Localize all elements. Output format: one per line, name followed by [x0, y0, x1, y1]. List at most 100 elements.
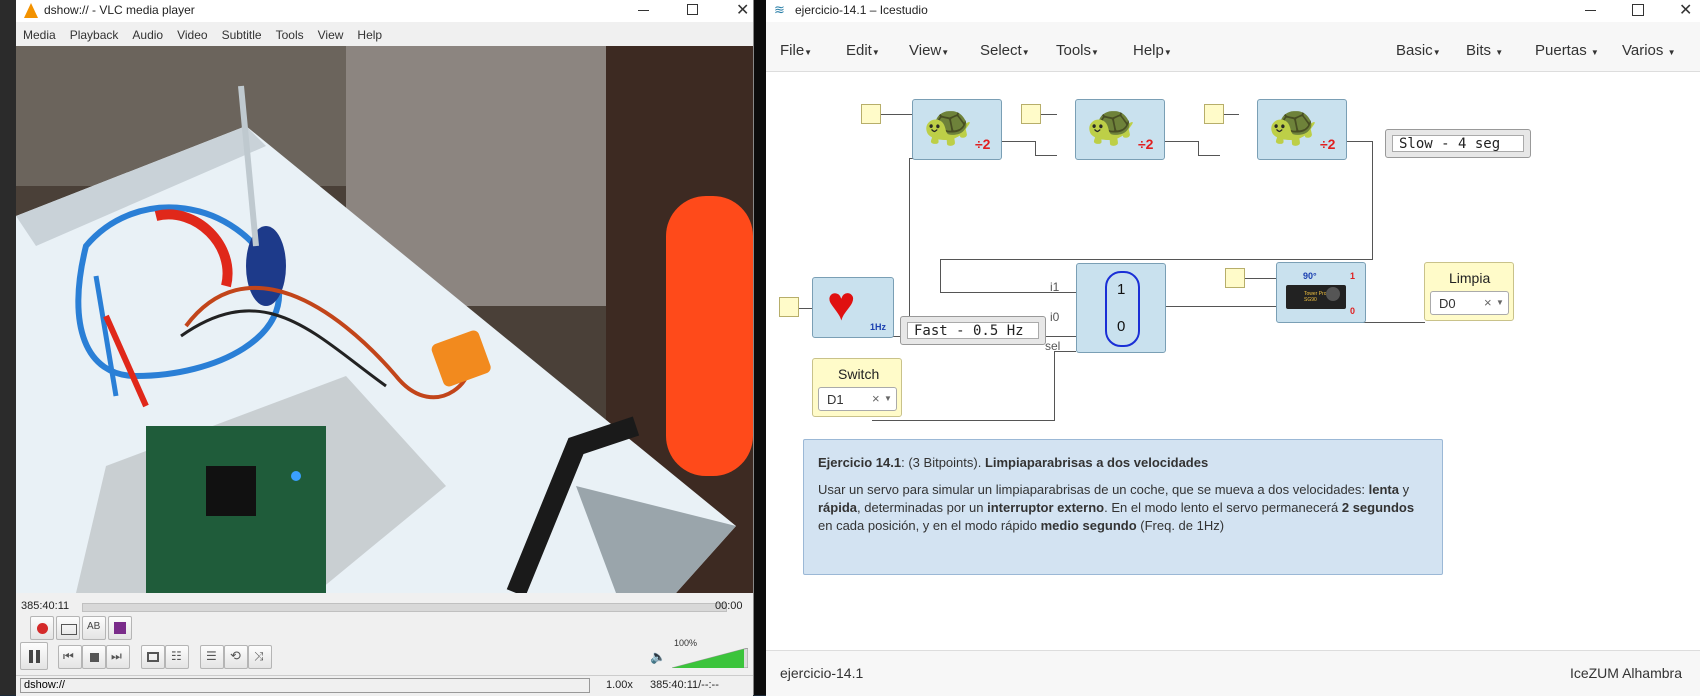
footer-board-name[interactable]: IceZUM Alhambra	[1570, 665, 1682, 681]
menu-basic[interactable]: Basic▼	[1396, 42, 1441, 59]
wire	[1164, 141, 1198, 142]
description-panel[interactable]: Ejercicio 14.1: (3 Bitpoints). Limpiapar…	[803, 439, 1443, 575]
caret-down-icon: ▼	[1432, 48, 1441, 57]
clear-icon[interactable]: ×	[872, 391, 880, 406]
playback-speed[interactable]: 1.00x	[606, 679, 633, 691]
menu-view[interactable]: View	[318, 28, 344, 42]
previous-button[interactable]: ⏮	[58, 645, 82, 669]
divider-block-2[interactable]: 🐢 ÷2	[1075, 99, 1165, 160]
loop-button[interactable]: ⟲	[224, 645, 248, 669]
extended-settings-button[interactable]: ☷	[165, 645, 189, 669]
snapshot-button[interactable]	[56, 616, 80, 640]
maximize-icon[interactable]	[687, 4, 698, 15]
minimize-icon[interactable]	[638, 10, 649, 11]
mux-port-sel: sel	[1045, 339, 1061, 353]
input-port[interactable]	[1225, 268, 1245, 288]
menu-select-label: Select	[980, 42, 1022, 59]
volume-percent: 100%	[674, 638, 698, 648]
volume-slider[interactable]	[672, 648, 748, 668]
desc-text-3: , determinadas por un	[857, 500, 988, 515]
servo-block[interactable]: 90° 1 0 Tower Pro SG90	[1276, 262, 1366, 323]
pause-button[interactable]	[20, 642, 48, 670]
video-frame[interactable]	[16, 46, 753, 593]
pause-icon	[29, 650, 33, 663]
desc-bold-1: lenta	[1368, 482, 1399, 497]
description-body: Usar un servo para simular un limpiapara…	[818, 481, 1428, 535]
menu-file[interactable]: File▼	[780, 42, 812, 59]
loop-ab-button[interactable]: AB	[82, 616, 106, 640]
close-icon[interactable]: ✕	[1679, 0, 1692, 20]
divider-block-1[interactable]: 🐢 ÷2	[912, 99, 1002, 160]
menu-video[interactable]: Video	[177, 28, 207, 42]
menu-basic-label: Basic	[1396, 42, 1433, 59]
terminal-background	[0, 0, 16, 695]
menu-bits[interactable]: Bits ▼	[1466, 42, 1503, 59]
menu-edit[interactable]: Edit▼	[846, 42, 880, 59]
next-button[interactable]: ⏭	[106, 645, 130, 669]
menu-playback[interactable]: Playback	[70, 28, 119, 42]
menu-help[interactable]: Help▼	[1133, 42, 1172, 59]
divider-block-3[interactable]: 🐢 ÷2	[1257, 99, 1347, 160]
switch-pin-value: D1	[827, 392, 844, 407]
menu-puertas[interactable]: Puertas ▼	[1535, 42, 1599, 59]
menu-audio[interactable]: Audio	[132, 28, 163, 42]
fullscreen-button[interactable]	[141, 645, 165, 669]
record-button[interactable]	[30, 616, 54, 640]
stop-button[interactable]	[82, 645, 106, 669]
wire	[1361, 322, 1425, 323]
ice-title-bar: ≋ ejercicio-14.1 – Icestudio ✕	[766, 0, 1700, 22]
input-port[interactable]	[1204, 104, 1224, 124]
vlc-status-bar: dshow:// 1.00x 385:40:11/--:--	[16, 675, 753, 696]
limpia-output-block[interactable]: Limpia D0 × ▼	[1424, 262, 1514, 321]
status-time: 385:40:11/--:--	[650, 679, 719, 691]
stop-icon	[90, 653, 99, 662]
menu-tools[interactable]: Tools	[276, 28, 304, 42]
exercise-name: Limpiaparabrisas a dos velocidades	[984, 455, 1209, 470]
menu-select[interactable]: Select▼	[980, 42, 1030, 59]
frame-step-button[interactable]	[108, 616, 132, 640]
comment-slow[interactable]: Slow - 4 seg	[1385, 129, 1531, 158]
shuffle-icon: ⤨	[254, 649, 264, 663]
vlc-menu-bar: Media Playback Audio Video Subtitle Tool…	[16, 24, 753, 46]
vlc-window: dshow:// - VLC media player ✕ Media Play…	[16, 0, 754, 696]
wire	[1035, 155, 1057, 156]
caret-down-icon: ▼	[1021, 48, 1030, 57]
input-port[interactable]	[779, 297, 799, 317]
webcam-image	[16, 46, 753, 593]
comment-fast[interactable]: Fast - 0.5 Hz	[900, 316, 1046, 345]
circuit-canvas[interactable]: 🐢 ÷2 🐢 ÷2 🐢 ÷2 Slow - 4 seg Fast - 0.5 H…	[766, 72, 1700, 650]
caret-down-icon: ▼	[804, 48, 813, 57]
speaker-icon[interactable]: 🔈	[650, 649, 666, 665]
heart-block[interactable]: ♥ 1Hz	[812, 277, 894, 338]
turtle-icon: 🐢	[1268, 104, 1318, 148]
menu-view[interactable]: View▼	[909, 42, 949, 59]
menu-subtitle[interactable]: Subtitle	[222, 28, 262, 42]
switch-pin-select[interactable]: D1 × ▼	[818, 387, 897, 411]
menu-media[interactable]: Media	[23, 28, 56, 42]
minimize-icon[interactable]	[1585, 10, 1596, 11]
menu-help[interactable]: Help	[357, 28, 382, 42]
mux-block[interactable]: 1 0	[1076, 263, 1166, 353]
menu-tools[interactable]: Tools▼	[1056, 42, 1099, 59]
menu-varios[interactable]: Varios ▼	[1622, 42, 1676, 59]
desc-text-2: y	[1398, 482, 1410, 497]
maximize-icon[interactable]	[1632, 4, 1644, 16]
limpia-pin-select[interactable]: D0 × ▼	[1430, 291, 1509, 315]
playlist-button[interactable]: ☰	[200, 645, 224, 669]
seek-bar[interactable]	[82, 603, 727, 612]
caret-down-icon: ▼	[1667, 48, 1676, 57]
status-source: dshow://	[20, 678, 590, 693]
wire	[940, 259, 941, 292]
switch-input-block[interactable]: Switch D1 × ▼	[812, 358, 902, 417]
ice-window-title: ejercicio-14.1 – Icestudio	[795, 3, 928, 17]
wire	[881, 114, 913, 115]
caret-down-icon: ▼	[1163, 48, 1172, 57]
input-port[interactable]	[1021, 104, 1041, 124]
wire	[1001, 141, 1035, 142]
wire	[1198, 155, 1220, 156]
shuffle-button[interactable]: ⤨	[248, 645, 272, 669]
clear-icon[interactable]: ×	[1484, 295, 1492, 310]
input-port[interactable]	[861, 104, 881, 124]
close-icon[interactable]: ✕	[736, 0, 749, 20]
desc-bold-5: medio segundo	[1040, 518, 1137, 533]
